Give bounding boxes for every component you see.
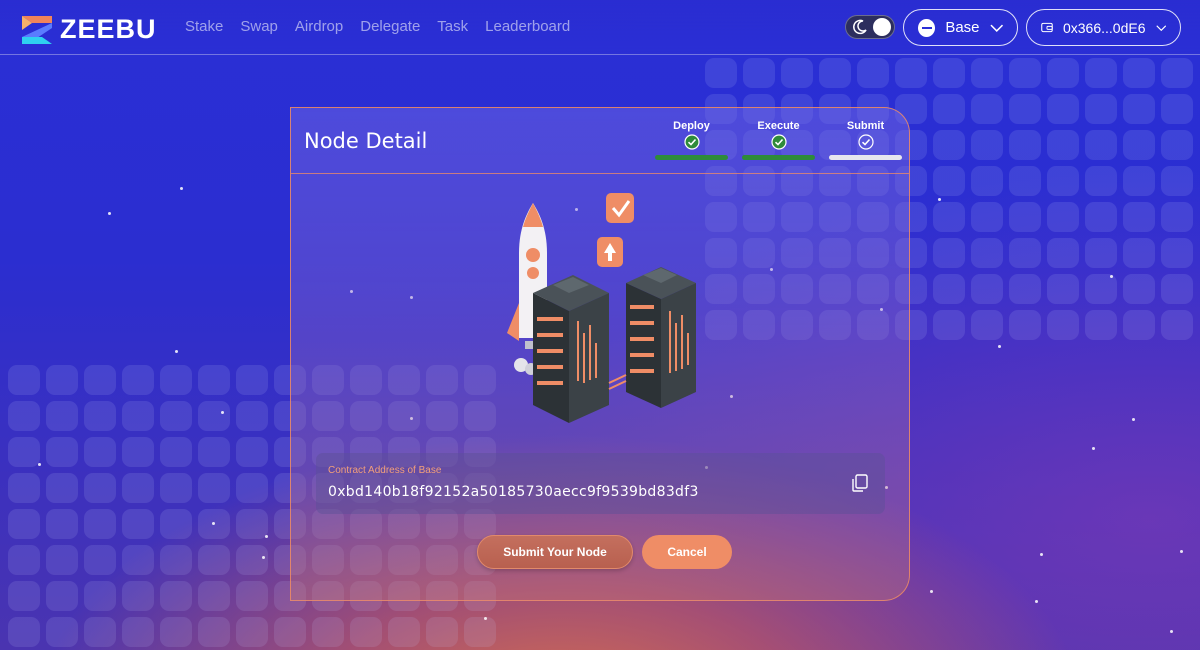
moon-icon bbox=[853, 19, 867, 35]
star bbox=[1035, 600, 1038, 603]
star bbox=[262, 556, 265, 559]
star bbox=[265, 535, 268, 538]
check-circle-icon bbox=[770, 134, 787, 150]
progress-steps: Deploy Execute Submit bbox=[655, 120, 902, 160]
star bbox=[221, 411, 224, 414]
nav-leaderboard[interactable]: Leaderboard bbox=[485, 18, 570, 35]
logo[interactable]: ZEEBU bbox=[22, 14, 157, 45]
contract-address-label: Contract Address of Base bbox=[328, 465, 442, 476]
step-execute: Execute bbox=[742, 120, 815, 160]
step-label: Deploy bbox=[673, 120, 710, 132]
cancel-button[interactable]: Cancel bbox=[642, 535, 732, 569]
star bbox=[1132, 418, 1135, 421]
check-circle-outline-icon bbox=[857, 134, 874, 150]
step-submit: Submit bbox=[829, 120, 902, 160]
chevron-down-icon bbox=[1155, 24, 1166, 31]
network-selector[interactable]: Base bbox=[903, 9, 1018, 46]
star bbox=[484, 617, 487, 620]
star bbox=[938, 198, 941, 201]
star bbox=[930, 590, 933, 593]
card-header: Node Detail Deploy Execute Submit bbox=[291, 108, 909, 174]
zeebu-logo-icon bbox=[22, 15, 52, 44]
contract-address-field: Contract Address of Base 0xbd140b18f9215… bbox=[316, 453, 885, 514]
base-network-icon bbox=[918, 18, 936, 37]
wallet-selector[interactable]: 0x366...0dE6 bbox=[1026, 9, 1181, 46]
star bbox=[998, 345, 1001, 348]
nav-stake[interactable]: Stake bbox=[185, 18, 223, 35]
star bbox=[1040, 553, 1043, 556]
wallet-icon bbox=[1041, 22, 1053, 33]
check-circle-icon bbox=[683, 134, 700, 150]
node-detail-card: Node Detail Deploy Execute Submit Contra… bbox=[290, 107, 910, 601]
logo-text: ZEEBU bbox=[60, 14, 157, 44]
step-progress-bar bbox=[655, 155, 728, 160]
main-nav: Stake Swap Airdrop Delegate Task Leaderb… bbox=[185, 18, 587, 35]
chevron-down-icon bbox=[989, 24, 1003, 32]
star bbox=[1170, 630, 1173, 633]
step-label: Submit bbox=[846, 120, 885, 132]
step-progress-bar bbox=[829, 155, 902, 160]
step-progress-bar bbox=[742, 155, 815, 160]
nav-swap[interactable]: Swap bbox=[240, 18, 278, 35]
submit-node-button[interactable]: Submit Your Node bbox=[477, 535, 633, 569]
network-label: Base bbox=[945, 19, 980, 36]
star bbox=[212, 522, 215, 525]
contract-address-value[interactable]: 0xbd140b18f92152a50185730aecc9f9539bd83d… bbox=[328, 484, 699, 500]
star bbox=[1110, 275, 1113, 278]
toggle-knob bbox=[873, 18, 891, 36]
top-navbar: ZEEBU Stake Swap Airdrop Delegate Task L… bbox=[0, 0, 1200, 55]
star bbox=[1180, 550, 1183, 553]
theme-toggle[interactable] bbox=[845, 15, 895, 39]
nav-task[interactable]: Task bbox=[437, 18, 468, 35]
step-deploy: Deploy bbox=[655, 120, 728, 160]
step-label: Execute bbox=[757, 120, 800, 132]
star bbox=[1092, 447, 1095, 450]
card-title: Node Detail bbox=[304, 129, 428, 153]
nav-delegate[interactable]: Delegate bbox=[360, 18, 420, 35]
star bbox=[108, 212, 111, 215]
copy-icon[interactable] bbox=[852, 474, 868, 492]
rocket-and-servers-illustration bbox=[507, 193, 696, 423]
nav-airdrop[interactable]: Airdrop bbox=[295, 18, 343, 35]
star bbox=[180, 187, 183, 190]
star bbox=[38, 463, 41, 466]
wallet-address: 0x366...0dE6 bbox=[1062, 19, 1146, 36]
star bbox=[175, 350, 178, 353]
